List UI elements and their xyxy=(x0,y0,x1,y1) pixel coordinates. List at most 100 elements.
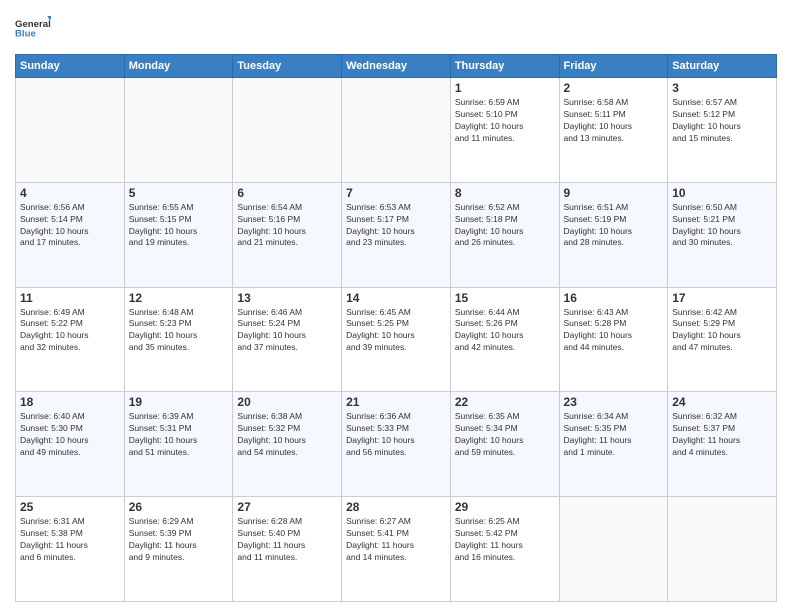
calendar-cell xyxy=(342,78,451,183)
day-number: 17 xyxy=(672,291,772,305)
day-info: Sunrise: 6:54 AM Sunset: 5:16 PM Dayligh… xyxy=(237,202,337,250)
day-number: 22 xyxy=(455,395,555,409)
logo-svg: General Blue xyxy=(15,10,51,46)
calendar-cell: 19 Sunrise: 6:39 AM Sunset: 5:31 PM Dayli… xyxy=(124,392,233,497)
day-number: 18 xyxy=(20,395,120,409)
calendar-cell: 1 Sunrise: 6:59 AM Sunset: 5:10 PM Daylig… xyxy=(450,78,559,183)
page: General Blue SundayMondayTuesdayWednesda… xyxy=(0,0,792,612)
calendar-cell: 16 Sunrise: 6:43 AM Sunset: 5:28 PM Dayli… xyxy=(559,287,668,392)
calendar-cell xyxy=(559,497,668,602)
header-row: SundayMondayTuesdayWednesdayThursdayFrid… xyxy=(16,55,777,78)
day-number: 10 xyxy=(672,186,772,200)
calendar-cell: 10 Sunrise: 6:50 AM Sunset: 5:21 PM Dayli… xyxy=(668,182,777,287)
day-number: 4 xyxy=(20,186,120,200)
calendar-cell: 3 Sunrise: 6:57 AM Sunset: 5:12 PM Daylig… xyxy=(668,78,777,183)
weekday-header: Saturday xyxy=(668,55,777,78)
day-number: 26 xyxy=(129,500,229,514)
day-number: 8 xyxy=(455,186,555,200)
day-info: Sunrise: 6:55 AM Sunset: 5:15 PM Dayligh… xyxy=(129,202,229,250)
day-info: Sunrise: 6:40 AM Sunset: 5:30 PM Dayligh… xyxy=(20,411,120,459)
day-number: 1 xyxy=(455,81,555,95)
day-info: Sunrise: 6:50 AM Sunset: 5:21 PM Dayligh… xyxy=(672,202,772,250)
day-number: 15 xyxy=(455,291,555,305)
day-number: 20 xyxy=(237,395,337,409)
calendar-cell: 9 Sunrise: 6:51 AM Sunset: 5:19 PM Daylig… xyxy=(559,182,668,287)
calendar-cell: 25 Sunrise: 6:31 AM Sunset: 5:38 PM Dayli… xyxy=(16,497,125,602)
day-number: 29 xyxy=(455,500,555,514)
day-info: Sunrise: 6:56 AM Sunset: 5:14 PM Dayligh… xyxy=(20,202,120,250)
day-number: 3 xyxy=(672,81,772,95)
weekday-header: Tuesday xyxy=(233,55,342,78)
header: General Blue xyxy=(15,10,777,46)
day-info: Sunrise: 6:29 AM Sunset: 5:39 PM Dayligh… xyxy=(129,516,229,564)
calendar-cell: 4 Sunrise: 6:56 AM Sunset: 5:14 PM Daylig… xyxy=(16,182,125,287)
day-info: Sunrise: 6:46 AM Sunset: 5:24 PM Dayligh… xyxy=(237,307,337,355)
calendar-cell: 11 Sunrise: 6:49 AM Sunset: 5:22 PM Dayli… xyxy=(16,287,125,392)
day-number: 13 xyxy=(237,291,337,305)
day-number: 23 xyxy=(564,395,664,409)
day-number: 11 xyxy=(20,291,120,305)
calendar-cell xyxy=(16,78,125,183)
weekday-header: Monday xyxy=(124,55,233,78)
day-info: Sunrise: 6:34 AM Sunset: 5:35 PM Dayligh… xyxy=(564,411,664,459)
day-number: 6 xyxy=(237,186,337,200)
day-info: Sunrise: 6:59 AM Sunset: 5:10 PM Dayligh… xyxy=(455,97,555,145)
calendar-cell: 2 Sunrise: 6:58 AM Sunset: 5:11 PM Daylig… xyxy=(559,78,668,183)
day-number: 27 xyxy=(237,500,337,514)
day-info: Sunrise: 6:42 AM Sunset: 5:29 PM Dayligh… xyxy=(672,307,772,355)
calendar-cell: 18 Sunrise: 6:40 AM Sunset: 5:30 PM Dayli… xyxy=(16,392,125,497)
calendar-cell xyxy=(233,78,342,183)
day-info: Sunrise: 6:31 AM Sunset: 5:38 PM Dayligh… xyxy=(20,516,120,564)
day-number: 2 xyxy=(564,81,664,95)
day-number: 5 xyxy=(129,186,229,200)
day-number: 28 xyxy=(346,500,446,514)
calendar-cell: 24Sunrise: 6:32 AM Sunset: 5:37 PM Dayli… xyxy=(668,392,777,497)
calendar-cell: 23 Sunrise: 6:34 AM Sunset: 5:35 PM Dayli… xyxy=(559,392,668,497)
day-number: 16 xyxy=(564,291,664,305)
day-info: Sunrise: 6:43 AM Sunset: 5:28 PM Dayligh… xyxy=(564,307,664,355)
day-number: 25 xyxy=(20,500,120,514)
day-info: Sunrise: 6:32 AM Sunset: 5:37 PM Dayligh… xyxy=(672,411,772,459)
day-info: Sunrise: 6:27 AM Sunset: 5:41 PM Dayligh… xyxy=(346,516,446,564)
day-number: 7 xyxy=(346,186,446,200)
day-number: 9 xyxy=(564,186,664,200)
weekday-header: Wednesday xyxy=(342,55,451,78)
svg-text:Blue: Blue xyxy=(15,28,36,39)
calendar-cell: 8 Sunrise: 6:52 AM Sunset: 5:18 PM Daylig… xyxy=(450,182,559,287)
weekday-header: Thursday xyxy=(450,55,559,78)
calendar-cell xyxy=(668,497,777,602)
day-info: Sunrise: 6:45 AM Sunset: 5:25 PM Dayligh… xyxy=(346,307,446,355)
weekday-header: Friday xyxy=(559,55,668,78)
calendar-cell: 28 Sunrise: 6:27 AM Sunset: 5:41 PM Dayli… xyxy=(342,497,451,602)
day-info: Sunrise: 6:28 AM Sunset: 5:40 PM Dayligh… xyxy=(237,516,337,564)
calendar-cell: 14 Sunrise: 6:45 AM Sunset: 5:25 PM Dayli… xyxy=(342,287,451,392)
day-info: Sunrise: 6:39 AM Sunset: 5:31 PM Dayligh… xyxy=(129,411,229,459)
calendar-cell: 27 Sunrise: 6:28 AM Sunset: 5:40 PM Dayli… xyxy=(233,497,342,602)
day-info: Sunrise: 6:52 AM Sunset: 5:18 PM Dayligh… xyxy=(455,202,555,250)
calendar-cell: 17 Sunrise: 6:42 AM Sunset: 5:29 PM Dayli… xyxy=(668,287,777,392)
day-info: Sunrise: 6:53 AM Sunset: 5:17 PM Dayligh… xyxy=(346,202,446,250)
weekday-header: Sunday xyxy=(16,55,125,78)
day-number: 21 xyxy=(346,395,446,409)
calendar-cell: 7 Sunrise: 6:53 AM Sunset: 5:17 PM Daylig… xyxy=(342,182,451,287)
day-number: 14 xyxy=(346,291,446,305)
day-info: Sunrise: 6:57 AM Sunset: 5:12 PM Dayligh… xyxy=(672,97,772,145)
calendar-cell: 20 Sunrise: 6:38 AM Sunset: 5:32 PM Dayli… xyxy=(233,392,342,497)
day-info: Sunrise: 6:51 AM Sunset: 5:19 PM Dayligh… xyxy=(564,202,664,250)
day-number: 12 xyxy=(129,291,229,305)
day-info: Sunrise: 6:49 AM Sunset: 5:22 PM Dayligh… xyxy=(20,307,120,355)
day-info: Sunrise: 6:48 AM Sunset: 5:23 PM Dayligh… xyxy=(129,307,229,355)
day-info: Sunrise: 6:25 AM Sunset: 5:42 PM Dayligh… xyxy=(455,516,555,564)
logo: General Blue xyxy=(15,10,51,46)
calendar-cell: 5 Sunrise: 6:55 AM Sunset: 5:15 PM Daylig… xyxy=(124,182,233,287)
calendar-cell: 29 Sunrise: 6:25 AM Sunset: 5:42 PM Dayli… xyxy=(450,497,559,602)
day-info: Sunrise: 6:58 AM Sunset: 5:11 PM Dayligh… xyxy=(564,97,664,145)
day-info: Sunrise: 6:35 AM Sunset: 5:34 PM Dayligh… xyxy=(455,411,555,459)
calendar-cell: 21 Sunrise: 6:36 AM Sunset: 5:33 PM Dayli… xyxy=(342,392,451,497)
day-info: Sunrise: 6:38 AM Sunset: 5:32 PM Dayligh… xyxy=(237,411,337,459)
calendar-cell: 22 Sunrise: 6:35 AM Sunset: 5:34 PM Dayli… xyxy=(450,392,559,497)
calendar-table: SundayMondayTuesdayWednesdayThursdayFrid… xyxy=(15,54,777,602)
day-info: Sunrise: 6:36 AM Sunset: 5:33 PM Dayligh… xyxy=(346,411,446,459)
day-number: 19 xyxy=(129,395,229,409)
calendar-cell: 6 Sunrise: 6:54 AM Sunset: 5:16 PM Daylig… xyxy=(233,182,342,287)
